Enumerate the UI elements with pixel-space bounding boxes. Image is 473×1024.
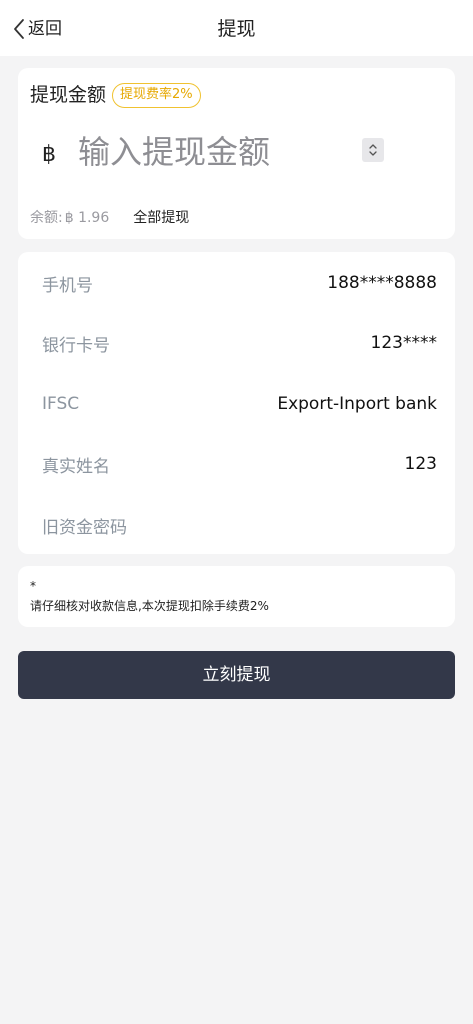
amount-title: 提现金额: [30, 84, 107, 106]
chevron-down-icon: [369, 151, 377, 156]
top-nav-bar: 返回 提现: [0, 0, 473, 56]
fund-password-row: 旧资金密码: [42, 510, 437, 540]
real-name-value: 123: [404, 454, 437, 474]
balance-row: 余额: ฿ 1.96 全部提现: [30, 208, 189, 228]
chevron-up-icon: [369, 144, 377, 149]
amount-header: 提现金额 提现费率2%: [30, 82, 201, 108]
fee-rate-badge: 提现费率2%: [112, 82, 201, 108]
ifsc-row: IFSC Export-Inport bank: [42, 389, 437, 419]
amount-stepper[interactable]: [362, 138, 384, 162]
withdraw-all-button[interactable]: 全部提现: [133, 208, 189, 228]
page-title: 提现: [217, 18, 256, 40]
bank-card-row: 银行卡号 123****: [42, 328, 437, 358]
phone-label: 手机号: [42, 275, 93, 296]
withdraw-submit-button[interactable]: 立刻提现: [18, 651, 455, 699]
fund-password-label: 旧资金密码: [42, 517, 127, 538]
bank-card-value: 123****: [370, 333, 437, 353]
balance-value: ฿ 1.96: [64, 210, 110, 226]
notice-card: * 请仔细核对收款信息,本次提现扣除手续费2%: [18, 566, 455, 627]
currency-symbol: ฿: [42, 142, 56, 167]
fund-password-input[interactable]: [187, 515, 437, 535]
notice-text: 请仔细核对收款信息,本次提现扣除手续费2%: [30, 599, 269, 613]
balance-label: 余额:: [30, 210, 63, 226]
ifsc-value: Export-Inport bank: [277, 394, 437, 414]
account-info-card: 手机号 188****8888 银行卡号 123**** IFSC Export…: [18, 252, 455, 554]
notice-star: *: [30, 579, 36, 593]
phone-value: 188****8888: [327, 273, 437, 293]
real-name-row: 真实姓名 123: [42, 449, 437, 479]
ifsc-label: IFSC: [42, 394, 80, 414]
amount-input[interactable]: [78, 130, 358, 174]
amount-card: 提现金额 提现费率2% ฿ 余额: ฿ 1.96 全部提现: [18, 68, 455, 239]
bank-card-label: 银行卡号: [42, 335, 110, 356]
phone-row: 手机号 188****8888: [42, 268, 437, 298]
real-name-label: 真实姓名: [42, 456, 110, 477]
